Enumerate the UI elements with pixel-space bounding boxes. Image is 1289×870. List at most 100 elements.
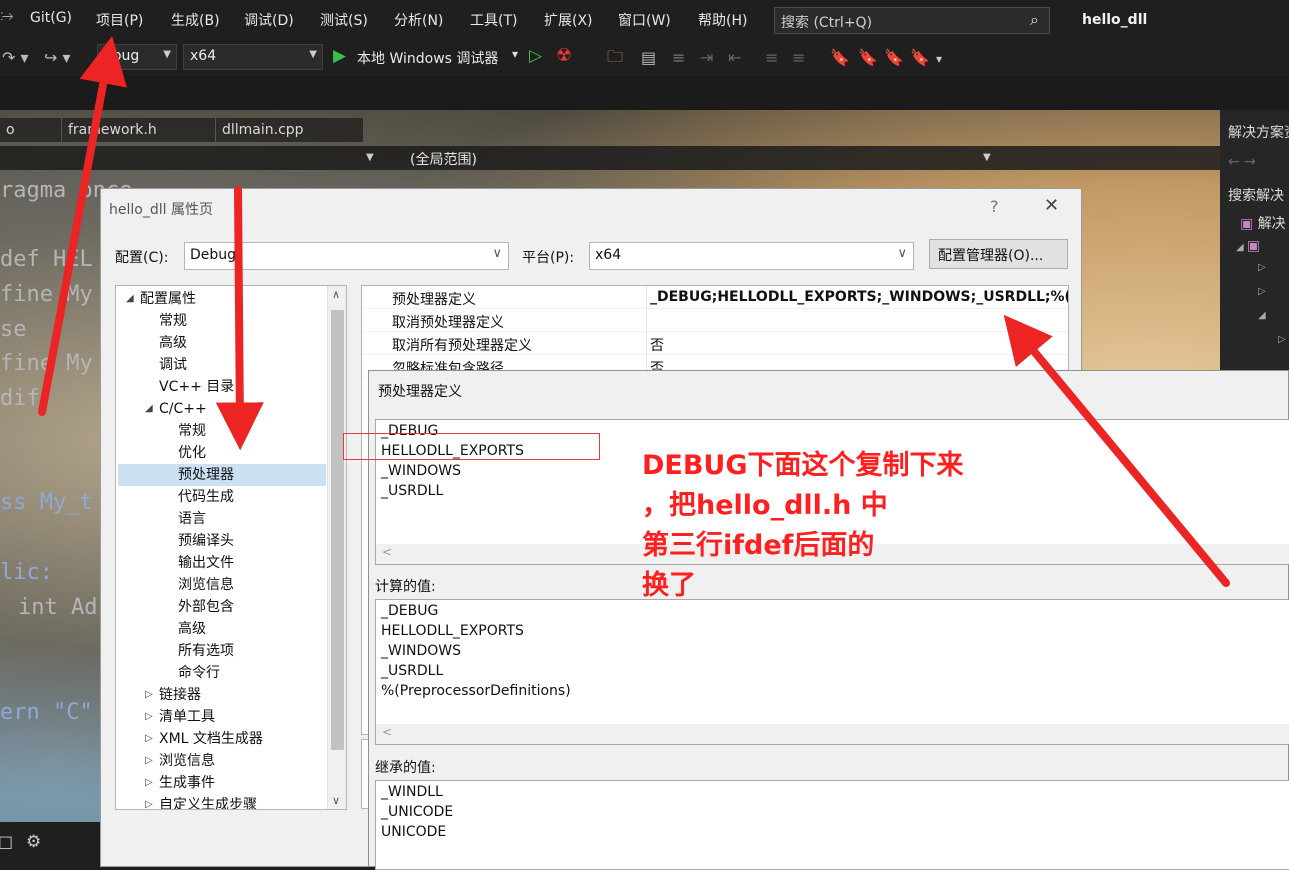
horizontal-scrollbar[interactable]: <: [376, 724, 1289, 744]
tree-item[interactable]: 命令行: [116, 662, 328, 684]
property-row[interactable]: 取消所有预处理器定义 否: [362, 332, 1068, 355]
scroll-down-icon[interactable]: ∨: [332, 794, 340, 807]
property-value[interactable]: _DEBUG;HELLODLL_EXPORTS;_WINDOWS;_USRDLL…: [650, 289, 1068, 305]
config-combo[interactable]: ebug ▼: [97, 44, 177, 70]
align-icon[interactable]: ≡: [672, 48, 685, 67]
menu-build[interactable]: 生成(B): [171, 10, 220, 30]
chevron-down-icon[interactable]: ▼: [983, 152, 991, 163]
run-dropdown-icon[interactable]: ▾: [512, 47, 518, 61]
expand-icon[interactable]: ◢: [1258, 310, 1266, 321]
expand-icon[interactable]: ◢ ▣: [1236, 238, 1260, 254]
tree-item[interactable]: 高级: [116, 332, 328, 354]
bookmark-icon[interactable]: 🔖: [830, 48, 850, 67]
tree-item[interactable]: 预编译头: [116, 530, 328, 552]
tree-item[interactable]: ▷ 链接器: [116, 684, 328, 706]
scroll-up-icon[interactable]: ∧: [332, 288, 340, 301]
folder-icon[interactable]: 🗀: [607, 46, 623, 73]
scroll-thumb[interactable]: [331, 310, 344, 750]
outdent-icon[interactable]: ⇤: [728, 48, 741, 67]
config-select[interactable]: Debug ∨: [184, 242, 509, 270]
start-without-debug-icon[interactable]: ▷: [529, 46, 542, 66]
tree-item[interactable]: 代码生成: [116, 486, 328, 508]
document-tab-framework[interactable]: framework.h: [62, 118, 216, 142]
tree-item[interactable]: ▷ 自定义生成步骤: [116, 794, 328, 809]
collapsed-arrow-icon[interactable]: ▷: [145, 794, 153, 809]
window-layout-icon[interactable]: ▤: [641, 48, 656, 67]
tree-item[interactable]: 高级: [116, 618, 328, 640]
menu-window[interactable]: 窗口(W): [618, 10, 671, 30]
solution-root[interactable]: ▣ 解决: [1240, 213, 1286, 233]
tree-scrollbar[interactable]: ∧ ∨: [327, 286, 346, 809]
menu-test[interactable]: 测试(S): [320, 10, 368, 30]
property-row[interactable]: 取消预处理器定义: [362, 309, 1068, 332]
comment-icon[interactable]: ≡: [765, 48, 778, 67]
tree-item[interactable]: 语言: [116, 508, 328, 530]
redo-dropdown-icon[interactable]: ↪ ▾: [44, 48, 71, 67]
expanded-arrow-icon[interactable]: ◢: [126, 288, 134, 310]
indent-icon[interactable]: ⇥: [700, 48, 713, 67]
redo-icon[interactable]: ↷ ▾: [2, 48, 29, 67]
nav-back-icon[interactable]: ← →: [1228, 154, 1256, 170]
tree-item[interactable]: ▷ 清单工具: [116, 706, 328, 728]
next-bookmark-icon[interactable]: 🔖: [884, 48, 904, 67]
menu-debug[interactable]: 调试(D): [244, 10, 294, 30]
property-row[interactable]: 预处理器定义 _DEBUG;HELLODLL_EXPORTS;_WINDOWS;_…: [362, 286, 1068, 309]
tree-item[interactable]: 调试: [116, 354, 328, 376]
platform-combo[interactable]: x64 ▼: [183, 44, 323, 70]
tree-item[interactable]: ▷ 生成事件: [116, 772, 328, 794]
run-debugger-button[interactable]: 本地 Windows 调试器: [357, 48, 498, 68]
menu-analyze[interactable]: 分析(N): [394, 10, 443, 30]
menu-extensions[interactable]: 扩展(X): [544, 10, 593, 30]
config-manager-button[interactable]: 配置管理器(O)...: [929, 239, 1068, 269]
collapsed-arrow-icon[interactable]: ▷: [145, 728, 153, 750]
document-tab-dllmain[interactable]: dllmain.cpp: [216, 118, 364, 142]
search-input[interactable]: 搜索 (Ctrl+Q) ⌕: [774, 7, 1050, 34]
platform-select[interactable]: x64 ∨: [589, 242, 914, 270]
gear-icon[interactable]: ⚙: [26, 832, 41, 852]
chevron-down-icon[interactable]: ▼: [366, 152, 374, 163]
solution-search[interactable]: 搜索解决: [1228, 185, 1284, 205]
tree-item[interactable]: VC++ 目录: [116, 376, 328, 398]
tree-item[interactable]: ◢ 配置属性: [116, 288, 328, 310]
collapsed-arrow-icon[interactable]: ▷: [145, 706, 153, 728]
close-button[interactable]: ✕: [1044, 195, 1059, 216]
tree-item[interactable]: 所有选项: [116, 640, 328, 662]
collapse-icon[interactable]: ▷: [1258, 262, 1266, 273]
menu-git[interactable]: Git(G): [30, 10, 72, 26]
tree-item[interactable]: ▷ XML 文档生成器: [116, 728, 328, 750]
document-tab[interactable]: o: [0, 118, 62, 142]
tree-item[interactable]: 预处理器: [118, 464, 326, 486]
collapse-icon[interactable]: ▷: [1258, 286, 1266, 297]
clear-bookmarks-icon[interactable]: 🔖: [910, 48, 930, 67]
menu-help[interactable]: 帮助(H): [698, 10, 747, 30]
highlight-box: [343, 433, 600, 460]
tree-item[interactable]: 常规: [116, 310, 328, 332]
menu-tools[interactable]: 工具(T): [470, 10, 517, 30]
tree-item[interactable]: 输出文件: [116, 552, 328, 574]
scroll-left-icon[interactable]: <: [382, 545, 392, 559]
play-icon[interactable]: ▶: [333, 46, 346, 66]
collapsed-arrow-icon[interactable]: ▷: [145, 684, 153, 706]
uncomment-icon[interactable]: ≡: [792, 48, 805, 67]
collapsed-arrow-icon[interactable]: ▷: [145, 772, 153, 794]
tree-item[interactable]: 浏览信息: [116, 574, 328, 596]
property-value[interactable]: 否: [650, 335, 664, 355]
tree-item[interactable]: ◢ C/C++: [116, 398, 328, 420]
hot-reload-icon[interactable]: ☢: [556, 45, 572, 66]
prev-bookmark-icon[interactable]: 🔖: [858, 48, 878, 67]
collapse-icon[interactable]: ▷: [1278, 334, 1286, 345]
scroll-left-icon[interactable]: <: [382, 725, 392, 739]
tree-item[interactable]: 常规: [116, 420, 328, 442]
tree-item[interactable]: 优化: [116, 442, 328, 464]
scope-combo[interactable]: (全局范围): [410, 149, 477, 169]
expanded-arrow-icon[interactable]: ◢: [145, 398, 153, 420]
toolbar-overflow-icon[interactable]: ▾: [936, 52, 942, 66]
menu-project[interactable]: 项目(P): [96, 10, 143, 30]
computed-line: _USRDLL: [381, 663, 444, 679]
help-button[interactable]: ?: [990, 197, 999, 216]
collapsed-arrow-icon[interactable]: ▷: [145, 750, 153, 772]
output-icon[interactable]: □: [0, 832, 13, 851]
tree-item[interactable]: ▷ 浏览信息: [116, 750, 328, 772]
tree-item[interactable]: 外部包含: [116, 596, 328, 618]
tree-item-label: 优化: [178, 445, 206, 461]
